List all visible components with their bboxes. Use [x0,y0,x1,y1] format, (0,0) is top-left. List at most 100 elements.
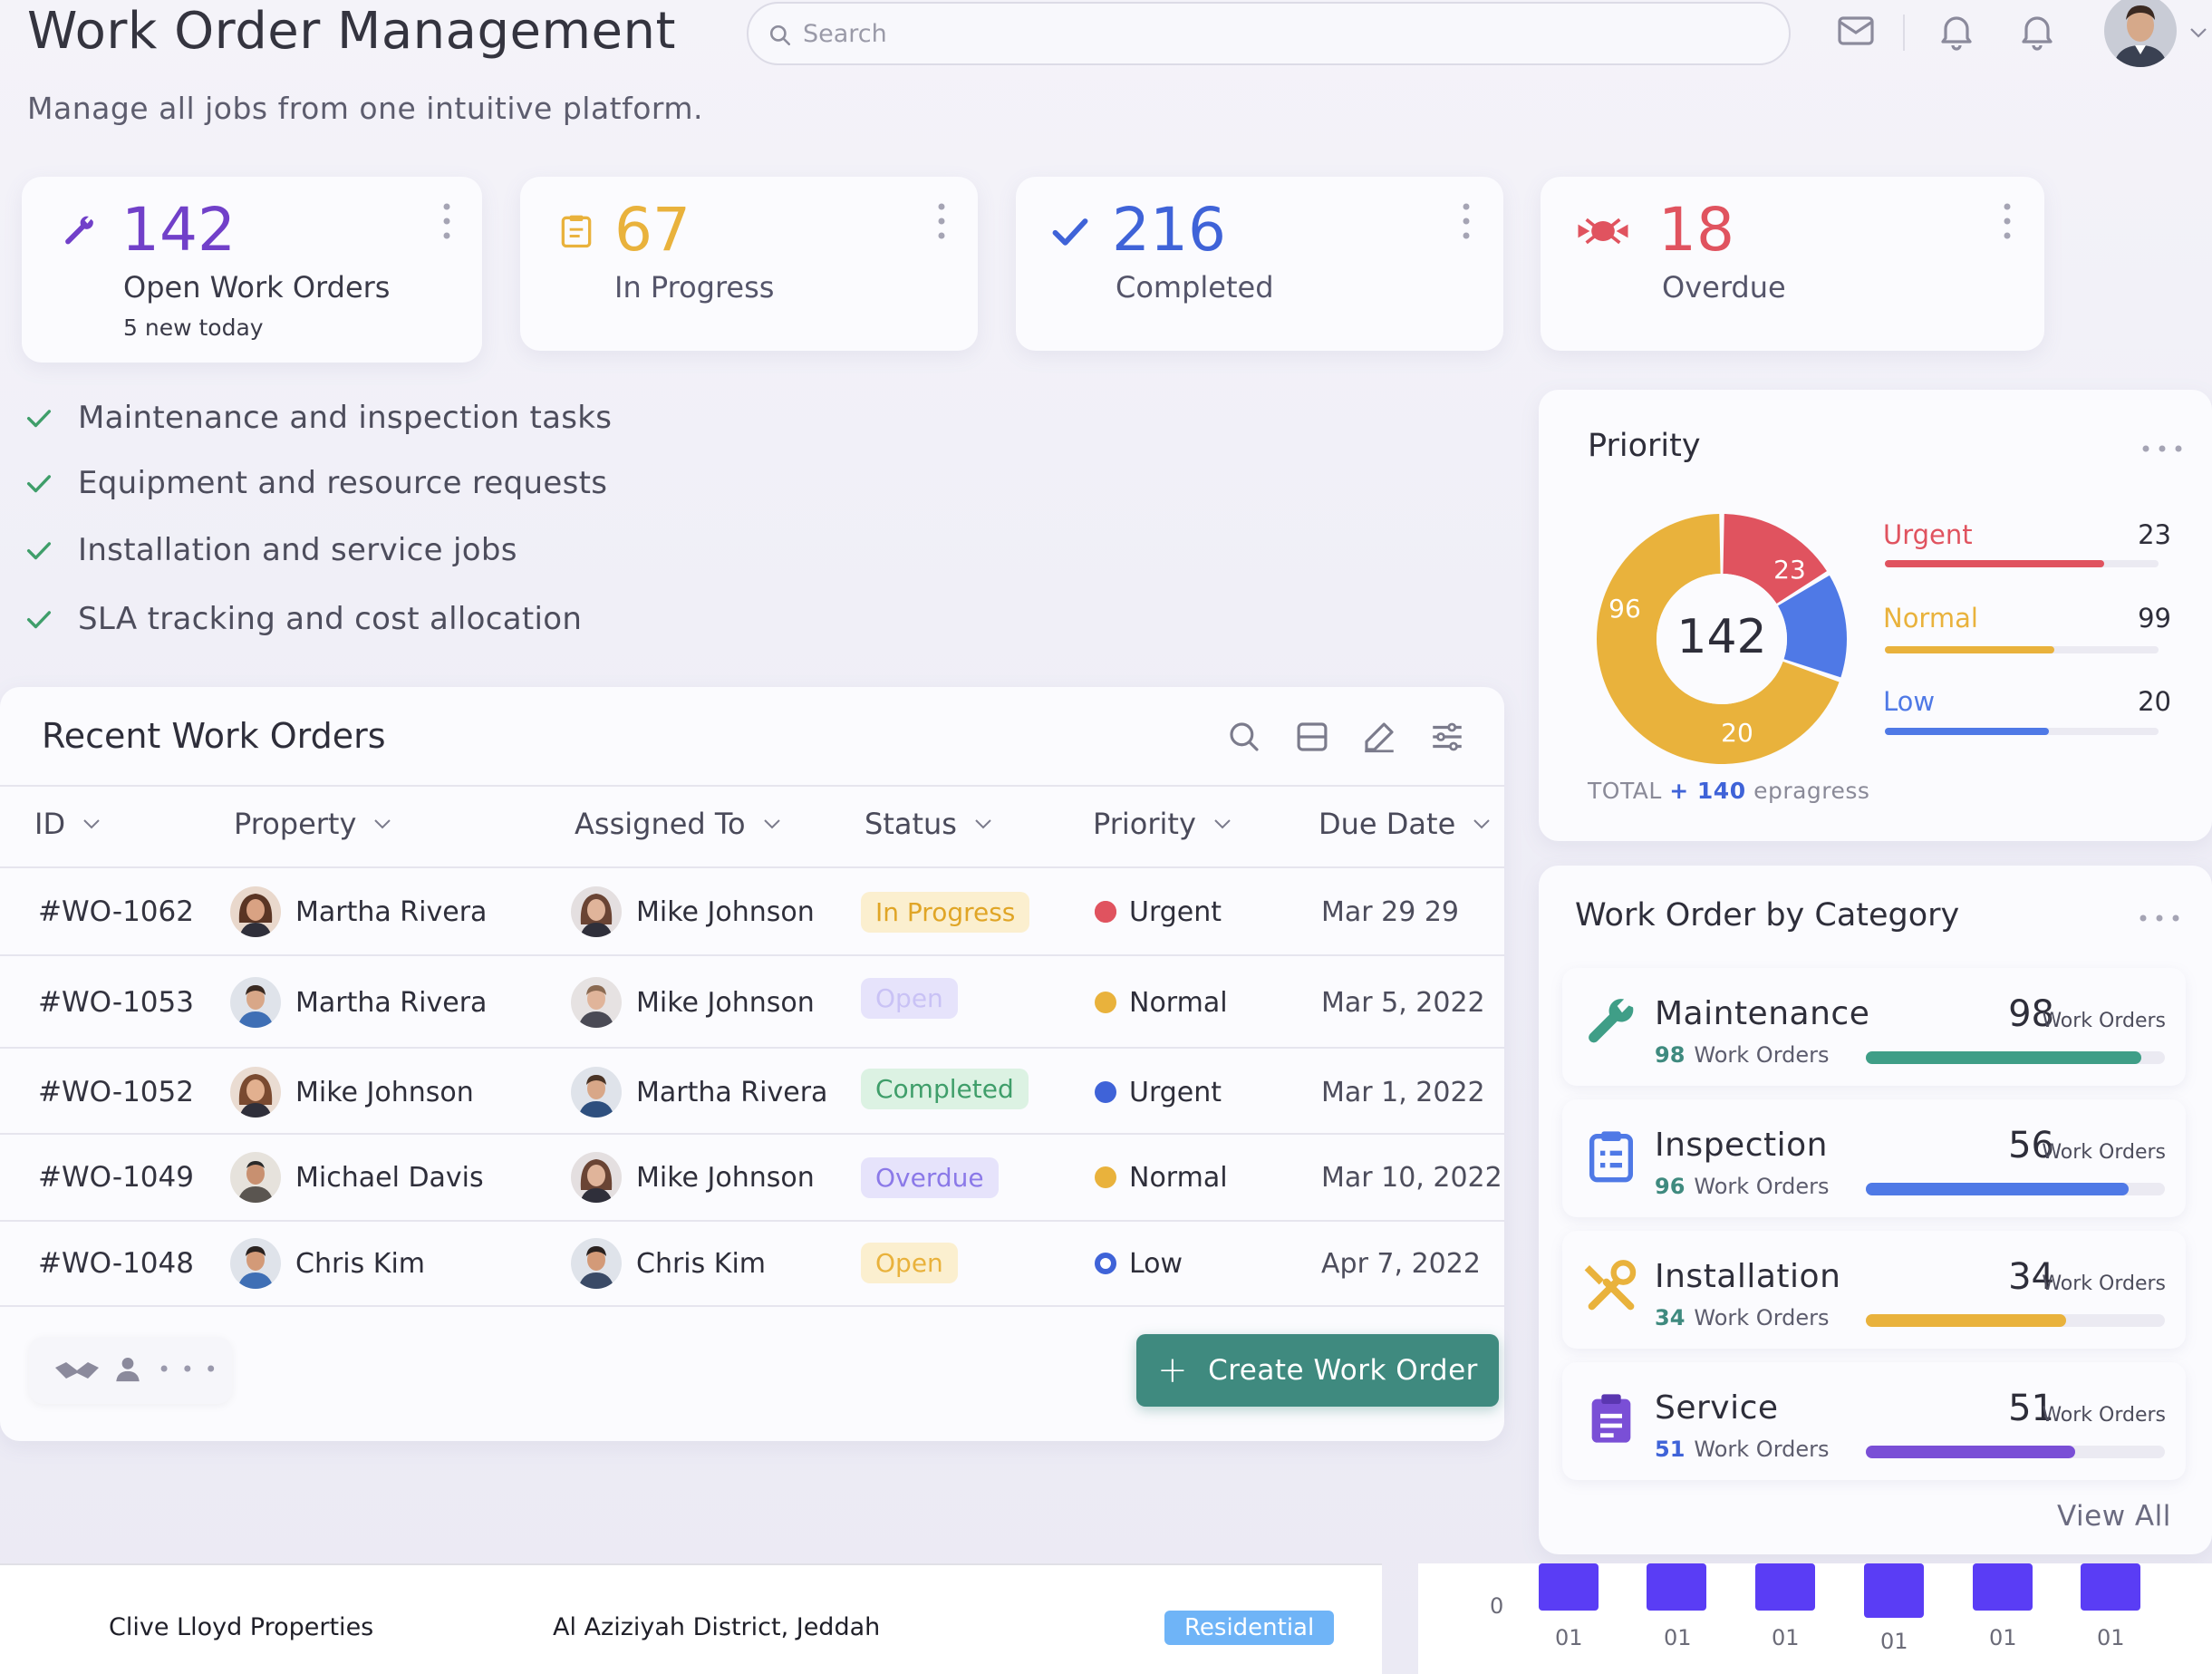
kebab-menu-icon[interactable] [2003,202,2012,240]
stat-label: Completed [1116,270,1274,305]
row-status: Open [861,966,958,1030]
mail-icon[interactable] [1834,9,1878,53]
avatar [230,1152,281,1203]
create-work-order-button[interactable]: + Create Work Order [1136,1334,1499,1407]
donut-label-low: 20 [1721,718,1753,748]
row-priority: Urgent [1095,880,1222,943]
edit-icon[interactable] [1360,718,1398,756]
kebab-menu-icon[interactable] [937,202,946,240]
category-item-maintenance[interactable]: Maintenance 98 Work Orders 98 Work Orders [1562,968,2186,1086]
table-title: Recent Work Orders [42,716,386,756]
row-id[interactable]: #WO-1048 [38,1232,194,1295]
layout-icon[interactable] [1293,718,1331,756]
avatar-portrait-icon [571,886,622,937]
stat-card-open[interactable]: 142 Open Work Orders 5 new today [22,177,482,363]
stat-value: 18 [1658,195,1734,265]
legend-bar-fill [1885,728,2050,735]
column-header-id[interactable]: ID [34,807,101,841]
page-subtitle: Manage all jobs from one intuitive platf… [27,91,704,126]
kebab-menu-icon[interactable] [1462,202,1471,240]
handshake-icon[interactable] [53,1357,101,1384]
category-bar-fill [1866,1051,2141,1064]
divider [0,1133,1504,1135]
chevron-down-icon [763,819,780,829]
column-header-assigned[interactable]: Assigned To [575,807,782,841]
column-header-due-date[interactable]: Due Date [1319,807,1492,841]
row-id[interactable]: #WO-1062 [38,880,194,943]
feature-text: Equipment and resource requests [78,465,608,501]
column-header-status[interactable]: Status [865,807,993,841]
category-bar-track [1866,1051,2165,1064]
search-bar[interactable] [747,2,1791,65]
kebab-menu-icon[interactable] [442,202,451,240]
stat-card-overdue[interactable]: 18 Overdue [1541,177,2044,351]
divider [0,785,1504,787]
create-button-label: Create Work Order [1208,1354,1478,1387]
category-bar-fill [1866,1314,2067,1327]
category-sub-count: 34 [1655,1305,1686,1330]
priority-label: Normal [1129,986,1228,1019]
status-badge: Open [861,977,958,1019]
wrench-icon [65,216,93,245]
row-priority: Low [1095,1232,1183,1295]
category-item-service[interactable]: Service 51 Work Orders 51 Work Orders [1562,1362,2186,1480]
divider [0,866,1504,868]
priority-donut-chart: 142 23 96 20 [1597,514,1847,764]
row-due-date: Mar 1, 2022 [1321,1076,1485,1108]
more-options-icon[interactable] [2141,444,2183,453]
chart-bar [1539,1563,1599,1611]
category-bar-track [1866,1446,2165,1458]
bar-tick-label: 01 [1772,1625,1800,1650]
category-item-installation[interactable]: Installation 34 Work Orders 34 Work Order… [1562,1231,2186,1349]
person-icon[interactable] [112,1353,143,1384]
user-avatar[interactable] [2104,0,2177,67]
legend-value-urgent: 23 [2138,519,2171,550]
search-input[interactable] [803,13,1763,54]
category-name: Inspection [1655,1127,1828,1164]
row-property: Chris Kim [230,1232,425,1295]
category-item-inspection[interactable]: Inspection 96 Work Orders 56 Work Orders [1562,1099,2186,1217]
column-header-property[interactable]: Property [234,807,392,841]
bell-icon[interactable] [1935,9,1978,53]
row-id[interactable]: #WO-1053 [38,971,194,1034]
search-icon[interactable] [1225,718,1263,756]
avatar-portrait-icon [571,977,622,1028]
status-badge: Overdue [861,1156,999,1198]
category-name: Service [1655,1389,1779,1427]
row-status: Completed [861,1057,1029,1120]
column-header-label: Due Date [1319,807,1456,841]
property-company: Clive Lloyd Properties [109,1613,374,1641]
clipboard-icon [561,215,592,248]
donut-label-normal: 96 [1608,594,1641,624]
stat-card-completed[interactable]: 216 Completed [1016,177,1503,351]
status-badge: In Progress [861,891,1030,933]
avatar-portrait-icon [571,1067,622,1118]
bar-axis-zero: 0 [1490,1593,1504,1619]
view-all-link[interactable]: View All [2057,1500,2171,1533]
more-icon[interactable]: • • • [158,1357,219,1382]
table-mini-toolbar[interactable]: • • • [29,1337,232,1404]
chevron-down-icon [1214,819,1231,829]
priority-dot [1095,1166,1116,1188]
column-header-label: Assigned To [575,807,746,841]
stat-card-in-progress[interactable]: 67 In Progress [520,177,978,351]
more-options-icon[interactable] [2139,914,2180,923]
person-name: Martha Rivera [295,895,488,928]
row-id[interactable]: #WO-1049 [38,1146,194,1209]
priority-label: Urgent [1129,1076,1222,1108]
column-header-priority[interactable]: Priority [1093,807,1232,841]
total-suffix: epragress [1753,778,1870,804]
avatar-portrait-icon [2104,0,2177,67]
row-priority: Normal [1095,971,1228,1034]
plus-icon: + [1157,1350,1189,1391]
chevron-down-icon[interactable] [2188,25,2209,40]
search-icon [769,24,791,46]
avatar [230,1238,281,1289]
row-id[interactable]: #WO-1052 [38,1060,194,1124]
row-assigned: Mike Johnson [571,1146,815,1209]
checkmark-icon [26,410,52,428]
filter-icon[interactable] [1428,718,1466,756]
notification-bell-icon[interactable] [2015,9,2059,53]
tools-icon [1584,1260,1637,1311]
category-title: Work Order by Category [1575,897,1960,934]
